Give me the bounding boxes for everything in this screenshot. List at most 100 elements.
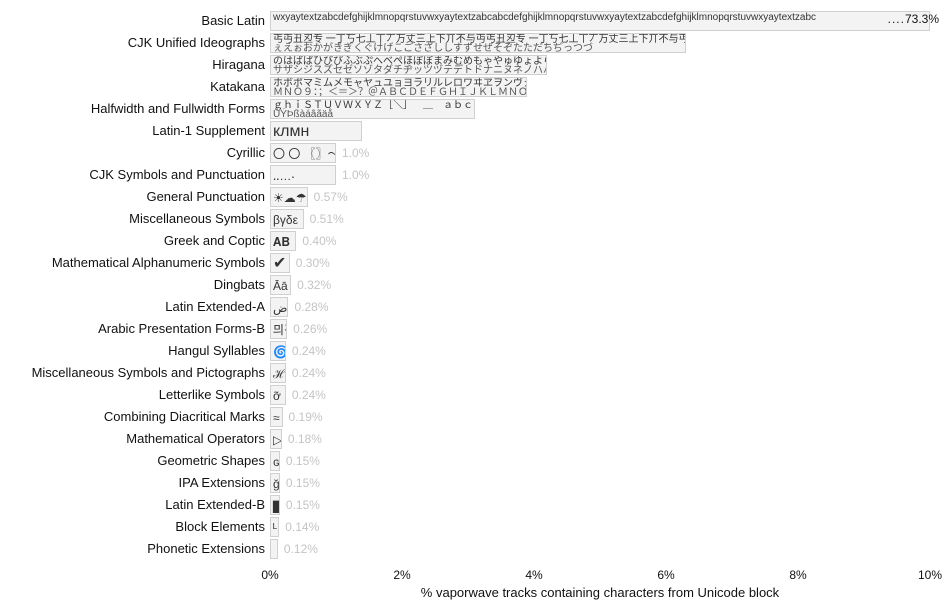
bar-row: 믜긷 0.26% — [270, 318, 930, 340]
bar-row: ỡ 0.24% — [270, 384, 930, 406]
x-axis-title: % vaporwave tracks containing characters… — [270, 585, 930, 600]
bar-sample-text: wxyaytextzabcdefghijklmnopqrstuvwxyaytex… — [273, 13, 816, 23]
category-label: Dingbats — [5, 277, 265, 292]
bar-row: ğ 0.15% — [270, 472, 930, 494]
bar-sample-text: ℋ — [273, 368, 286, 380]
bar-value-label: 0.14% — [285, 520, 319, 534]
bar-value-label: 0.28% — [294, 300, 328, 314]
bar: ▷ — [270, 429, 282, 449]
bar-value-label: 0.30% — [296, 256, 330, 270]
category-label: Basic Latin — [5, 13, 265, 28]
bar-sample-text: ≈ — [273, 412, 280, 424]
bar: ｇｈｉＳＴＵＶＷＸＹＺ［＼］＾＿｀ａｂｃｄｅｆｇｈｉÜÝÞßàáâãäå — [270, 99, 475, 119]
category-label: Hiragana — [5, 57, 265, 72]
bar: 𝐀𝐁 — [270, 231, 296, 251]
bar: ☀☁☂ — [270, 187, 308, 207]
bar: ğ — [270, 473, 280, 493]
bar-row: ﺽ 0.28% — [270, 296, 930, 318]
bar: ホボポマミムメモャヤュユョヨラリルレロワヰヱヲンヴヵヶＭＮＯ９：；＜＝＞？＠ＡＢ… — [270, 77, 527, 97]
bar-row: のはばぱひびぴふぶぷへべぺほぼぽまみむめもゃやゅゆょよらりるサザシジスズセゼソゾ… — [270, 54, 930, 76]
bar-sample-text: 𝐀𝐁 — [273, 236, 290, 248]
category-label: Combining Diacritical Marks — [5, 409, 265, 424]
bar-row: ℋ 0.24% — [270, 362, 930, 384]
bar-sample-text: ‥…‧ — [273, 170, 295, 182]
bar-value-label: 0.24% — [292, 388, 326, 402]
bar: のはばぱひびぴふぶぷへべぺほぼぽまみむめもゃやゅゆょよらりるサザシジスズセゼソゾ… — [270, 55, 547, 75]
bar-sample-text: ☀☁☂ — [273, 192, 307, 204]
bar: 믜긷 — [270, 319, 287, 339]
bar-value-label: 0.12% — [284, 542, 318, 556]
x-tick-label: 2% — [393, 568, 410, 582]
category-label: Cyrillic — [5, 145, 265, 160]
bar-value-label: 0.19% — [289, 410, 323, 424]
bar-row: ‥…‧ 1.0% — [270, 164, 930, 186]
bar: Āā — [270, 275, 291, 295]
bar-row: ▇0.15% — [270, 494, 930, 516]
bar: 丐丏丑丒专 一丁丂七丄丅丆万丈三上下丌不与丏丐丑丒专 一丁丂七丄丅丆万丈三上下丌… — [270, 33, 686, 53]
bar-value-label: 0.32% — [297, 278, 331, 292]
bar: ✔ — [270, 253, 290, 273]
bar-row: ≈0.19% — [270, 406, 930, 428]
bar: wxyaytextzabcdefghijklmnopqrstuvwxyaytex… — [270, 11, 930, 31]
bar-sample-text: ỡ — [273, 390, 281, 402]
bar-sample-text-line2: サザシジスズセゼソゾタダチヂッツヅテデトドナニヌネノハバパ — [273, 66, 547, 75]
bar-sample-text: ᴸ — [273, 522, 277, 534]
category-label: Halfwidth and Fullwidth Forms — [5, 101, 265, 116]
bar-sample-text-line2: ぇえぉおかがきぎくぐけげこごさざししすずせぜそぞたただちぢっつづ — [273, 44, 593, 53]
unicode-block-bar-chart: wxyaytextzabcdefghijklmnopqrstuvwxyaytex… — [0, 0, 945, 605]
bar: 🌀 — [270, 341, 286, 361]
bar-sample-text: 🌀 — [273, 346, 286, 358]
category-label: Hangul Syllables — [5, 343, 265, 358]
bar-sample-text-line2: ÜÝÞßàáâãäå — [273, 110, 333, 119]
bar-row: 〇 〇 〖〗～1.0% — [270, 142, 930, 164]
bar-row: ✔ 0.30% — [270, 252, 930, 274]
category-label: Miscellaneous Symbols — [5, 211, 265, 226]
bar-value-label: 0.51% — [310, 212, 344, 226]
bar-row: 𝐀𝐁 0.40% — [270, 230, 930, 252]
category-label: Latin Extended-A — [5, 299, 265, 314]
category-label: Phonetic Extensions — [5, 541, 265, 556]
category-label: Geometric Shapes — [5, 453, 265, 468]
bar-sample-text: ﺽ — [273, 302, 288, 314]
bar-value-label: 0.40% — [302, 234, 336, 248]
bar-sample-text: ▷ — [273, 434, 282, 446]
bar: ỡ — [270, 385, 286, 405]
bar: ℋ — [270, 363, 286, 383]
category-label: Katakana — [5, 79, 265, 94]
bar-row: ☀☁☂0.57% — [270, 186, 930, 208]
bar-row: ᴸ 0.14% — [270, 516, 930, 538]
bar: ▇ — [270, 495, 280, 515]
category-label: Letterlike Symbols — [5, 387, 265, 402]
bar-sample-text-line2: ＭＮＯ９：；＜＝＞？＠ＡＢＣＤＥＦＧＨＩＪＫＬＭＮＯ — [273, 88, 527, 97]
bar-value-label: 0.26% — [293, 322, 327, 336]
bar-value-label: 0.15% — [286, 476, 320, 490]
bar — [270, 539, 278, 559]
category-label: IPA Extensions — [5, 475, 265, 490]
bar: ‥…‧ — [270, 165, 336, 185]
bar: ﺽ — [270, 297, 288, 317]
bar-row: βγδε 0.51% — [270, 208, 930, 230]
category-label: Mathematical Alphanumeric Symbols — [5, 255, 265, 270]
bar-row: Āā 0.32% — [270, 274, 930, 296]
bar-value-label: 0.24% — [292, 366, 326, 380]
bar: клмн — [270, 121, 362, 141]
bar-value-label: 1.0% — [342, 168, 369, 182]
bar-sample-text: клмн — [273, 124, 309, 140]
bar-sample-text: βγδε — [273, 214, 298, 226]
x-tick-label: 10% — [918, 568, 942, 582]
category-label: Arabic Presentation Forms-B — [5, 321, 265, 336]
plot-area: wxyaytextzabcdefghijklmnopqrstuvwxyaytex… — [270, 10, 930, 565]
bar-row: wxyaytextzabcdefghijklmnopqrstuvwxyaytex… — [270, 10, 930, 32]
bar-value-label: 1.0% — [342, 146, 369, 160]
category-label: Block Elements — [5, 519, 265, 534]
bar-row: 🌀0.24% — [270, 340, 930, 362]
ellipsis-icon: .... — [888, 12, 905, 26]
bar-value-label: 0.18% — [288, 432, 322, 446]
category-label: General Punctuation — [5, 189, 265, 204]
bar-sample-text: ✔ — [273, 256, 286, 272]
bar: ɢ — [270, 451, 280, 471]
bar: ᴸ — [270, 517, 279, 537]
category-label: Mathematical Operators — [5, 431, 265, 446]
bar-row: ホボポマミムメモャヤュユョヨラリルレロワヰヱヲンヴヵヶＭＮＯ９：；＜＝＞？＠ＡＢ… — [270, 76, 930, 98]
x-tick-label: 4% — [525, 568, 542, 582]
